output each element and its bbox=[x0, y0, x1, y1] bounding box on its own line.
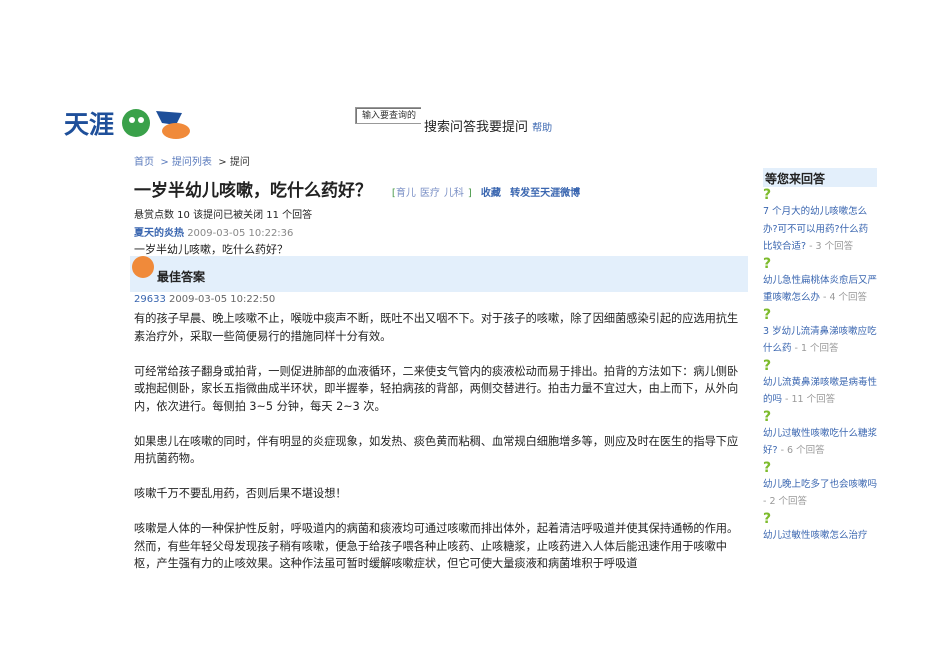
page-title: 一岁半幼儿咳嗽，吃什么药好？ bbox=[134, 181, 372, 201]
breadcrumb-home[interactable]: 首页 bbox=[134, 157, 154, 168]
tag-link[interactable]: 医疗 bbox=[420, 188, 440, 199]
answer-paragraph: 如果患儿在咳嗽的同时，伴有明显的炎症现象，如发热、痰色黄而粘稠、血常规白细胞增多… bbox=[134, 434, 739, 466]
answer-count: - 1 个回答 bbox=[794, 343, 839, 354]
answer-paragraph: 咳嗽千万不要乱用药，否则后果不堪设想！ bbox=[134, 487, 347, 500]
question-meta: 悬赏点数 10 该提问已被关闭 11 个回答 bbox=[134, 210, 313, 221]
tag-link[interactable]: 儿科 bbox=[444, 188, 464, 199]
question-mark-icon: ? bbox=[763, 306, 772, 323]
search-button[interactable]: 搜索问答 bbox=[424, 120, 476, 135]
sidebar-item: ? 幼儿流黄鼻涕咳嗽是病毒性的吗 - 11 个回答 bbox=[763, 358, 877, 409]
best-answer-label: 最佳答案 bbox=[157, 270, 206, 284]
tag-link[interactable]: 育儿 bbox=[396, 188, 416, 199]
answer-count: - 3 个回答 bbox=[806, 241, 854, 252]
answer-count: - 11 个回答 bbox=[785, 394, 836, 405]
favorite-link[interactable]: 收藏 bbox=[481, 188, 501, 199]
sidebar-question-link[interactable]: 幼儿过敏性咳嗽怎么治疗 bbox=[763, 530, 868, 541]
question-mark-icon: ? bbox=[763, 357, 772, 374]
tianya-wenda-logo[interactable]: 天涯 bbox=[64, 103, 194, 143]
sidebar-item: ? 幼儿过敏性咳嗽怎么治疗 bbox=[763, 511, 877, 545]
help-link[interactable]: 帮助 bbox=[532, 123, 552, 134]
answer-paragraph: 可经常给孩子翻身或拍背，一则促进肺部的血液循环，二来使支气管内的痰液松动而易于排… bbox=[134, 364, 739, 413]
sidebar-item: ? 7 个月大的幼儿咳嗽怎么办?可不可以用药?什么药比较合适? - 3 个回答 bbox=[763, 187, 877, 256]
answer-paragraph: 咳嗽是人体的一种保护性反射，呼吸道内的病菌和痰液均可通过咳嗽而排出体外，起着清洁… bbox=[134, 522, 739, 570]
asker-link[interactable]: 夏天的炎热 bbox=[134, 228, 184, 239]
tags: [育儿 医疗 儿科] 收藏 转发至天涯微博 bbox=[392, 188, 580, 199]
answerer-link[interactable]: 29633 bbox=[134, 294, 166, 305]
answer-time: 2009-03-05 10:22:50 bbox=[169, 294, 276, 305]
asker-info: 夏天的炎热 2009-03-05 10:22:36 bbox=[134, 224, 293, 239]
question-mark-icon: ? bbox=[763, 510, 772, 527]
breadcrumb-current: > 提问 bbox=[218, 157, 250, 168]
asked-time: 2009-03-05 10:22:36 bbox=[187, 228, 294, 239]
answer-count: - 6 个回答 bbox=[777, 445, 825, 456]
question-mark-icon: ? bbox=[763, 408, 772, 425]
answer-paragraph: 有的孩子早晨、晚上咳嗽不止，喉咙中痰声不断，既吐不出又咽不下。对于孩子的咳嗽，除… bbox=[134, 312, 739, 343]
breadcrumb-list[interactable]: > 提问列表 bbox=[160, 157, 212, 168]
question-mark-icon: ? bbox=[763, 459, 772, 476]
question-body: 一岁半幼儿咳嗽，吃什么药好？ bbox=[134, 243, 288, 256]
ask-button[interactable]: 我要提问 bbox=[476, 120, 528, 135]
best-answer-header: 最佳答案 bbox=[130, 256, 748, 292]
question-mark-icon: ? bbox=[763, 255, 772, 272]
sidebar-item: ? 幼儿晚上吃多了也会咳嗽吗 - 2 个回答 bbox=[763, 460, 877, 511]
search-input[interactable]: 输入要查询的 bbox=[355, 107, 421, 124]
sidebar-title: 等您来回答 bbox=[763, 168, 877, 187]
answer-count: - 4 个回答 bbox=[823, 292, 868, 303]
tag-bracket: ] bbox=[467, 188, 472, 199]
answer-count: - 2 个回答 bbox=[763, 496, 808, 507]
svg-text:天涯: 天涯 bbox=[64, 110, 114, 139]
lightbulb-icon bbox=[132, 256, 154, 278]
sidebar-item: ? 幼儿过敏性咳嗽吃什么糖浆好? - 6 个回答 bbox=[763, 409, 877, 460]
sidebar-item: ? 幼儿急性扁桃体炎愈后又严重咳嗽怎么办 - 4 个回答 bbox=[763, 256, 877, 307]
best-answer-body: 有的孩子早晨、晚上咳嗽不止，喉咙中痰声不断，既吐不出又咽不下。对于孩子的咳嗽，除… bbox=[134, 310, 748, 590]
question-title-row: 一岁半幼儿咳嗽，吃什么药好？ [育儿 医疗 儿科] 收藏 转发至天涯微博 bbox=[134, 176, 580, 201]
header-actions: 搜索问答我要提问 帮助 bbox=[424, 116, 552, 135]
sidebar-item: ? 3 岁幼儿流清鼻涕咳嗽应吃什么药 - 1 个回答 bbox=[763, 307, 877, 358]
sidebar-question-link[interactable]: 幼儿晚上吃多了也会咳嗽吗 bbox=[763, 479, 877, 490]
answerer-info: 29633 2009-03-05 10:22:50 bbox=[134, 294, 275, 305]
question-mark-icon: ? bbox=[763, 187, 772, 203]
pending-questions-sidebar: 等您来回答 ? 7 个月大的幼儿咳嗽怎么办?可不可以用药?什么药比较合适? - 3… bbox=[763, 168, 877, 544]
breadcrumb: 首页 > 提问列表 > 提问 bbox=[134, 153, 250, 168]
share-weibo-link[interactable]: 转发至天涯微博 bbox=[510, 188, 580, 199]
